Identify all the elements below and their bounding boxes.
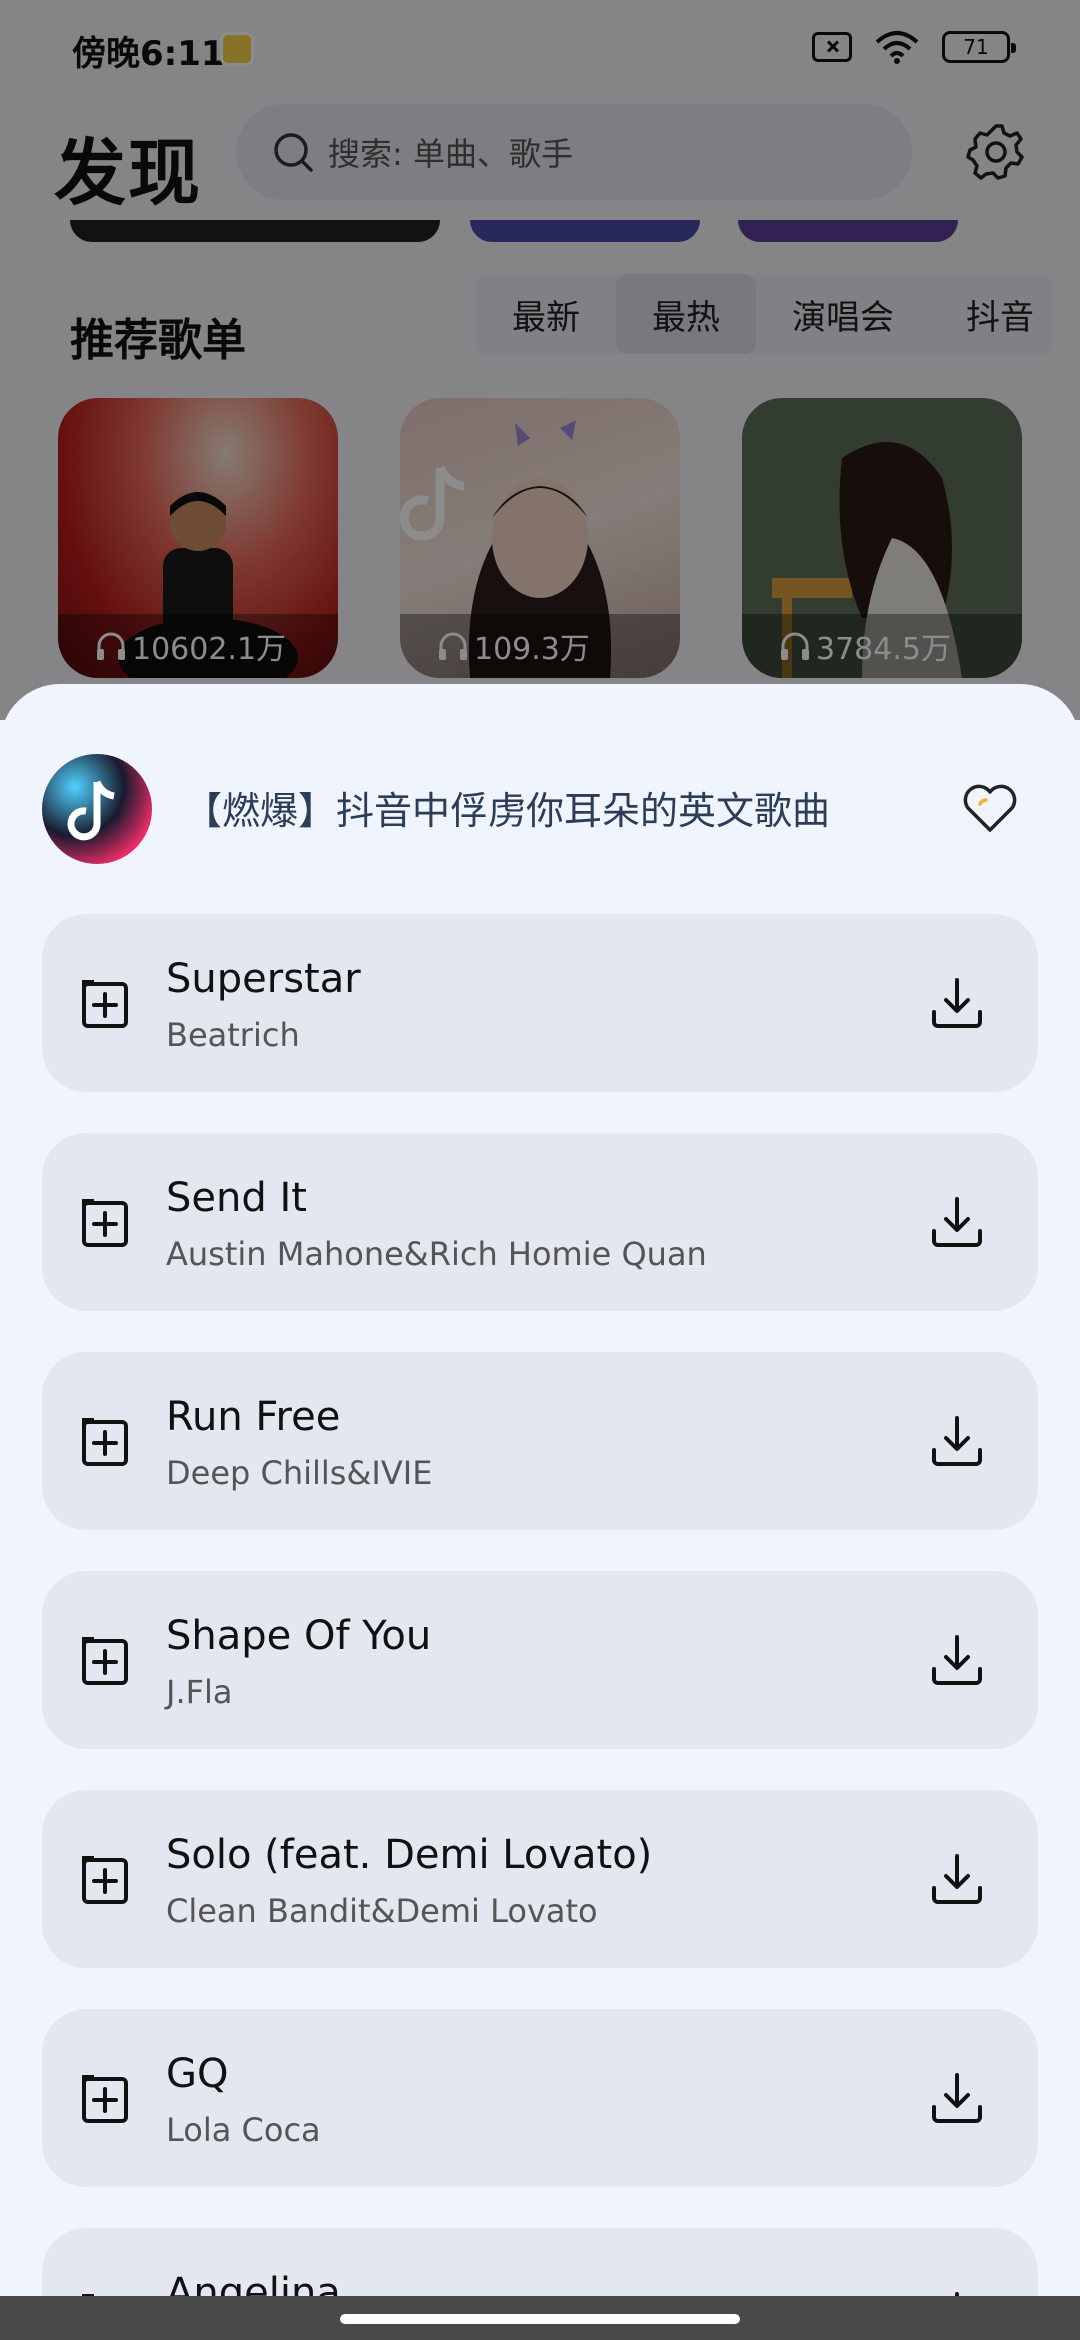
song-artist: Beatrich bbox=[166, 1016, 300, 1054]
song-item[interactable]: Shape Of You J.Fla bbox=[42, 1571, 1038, 1749]
modal-scrim[interactable] bbox=[0, 0, 1080, 720]
download-icon[interactable] bbox=[926, 972, 988, 1034]
home-indicator[interactable] bbox=[340, 2314, 740, 2324]
add-to-playlist-icon[interactable] bbox=[78, 1852, 132, 1906]
song-list: Superstar Beatrich Send It Austin Mahone… bbox=[42, 914, 1038, 2340]
download-icon[interactable] bbox=[926, 1410, 988, 1472]
song-item[interactable]: Superstar Beatrich bbox=[42, 914, 1038, 1092]
song-item[interactable]: Send It Austin Mahone&Rich Homie Quan bbox=[42, 1133, 1038, 1311]
download-icon[interactable] bbox=[926, 1629, 988, 1691]
song-item[interactable]: Solo (feat. Demi Lovato) Clean Bandit&De… bbox=[42, 1790, 1038, 1968]
sheet-header: 【燃爆】抖音中俘虏你耳朵的英文歌曲 bbox=[0, 754, 1080, 866]
song-title: GQ bbox=[166, 2051, 229, 2097]
download-icon[interactable] bbox=[926, 1191, 988, 1253]
song-item[interactable]: Run Free Deep Chills&IVIE bbox=[42, 1352, 1038, 1530]
add-to-playlist-icon[interactable] bbox=[78, 1414, 132, 1468]
add-to-playlist-icon[interactable] bbox=[78, 1195, 132, 1249]
song-artist: Lola Coca bbox=[166, 2111, 321, 2149]
playlist-name: 【燃爆】抖音中俘虏你耳朵的英文歌曲 bbox=[184, 789, 831, 833]
song-title: Run Free bbox=[166, 1394, 341, 1440]
playlist-avatar bbox=[42, 754, 152, 864]
song-title: Shape Of You bbox=[166, 1613, 432, 1659]
heart-icon[interactable] bbox=[960, 778, 1020, 838]
song-item[interactable]: GQ Lola Coca bbox=[42, 2009, 1038, 2187]
song-title: Send It bbox=[166, 1175, 307, 1221]
download-icon[interactable] bbox=[926, 1848, 988, 1910]
download-icon[interactable] bbox=[926, 2067, 988, 2129]
add-to-playlist-icon[interactable] bbox=[78, 2071, 132, 2125]
add-to-playlist-icon[interactable] bbox=[78, 1633, 132, 1687]
song-artist: J.Fla bbox=[166, 1673, 233, 1711]
song-artist: Deep Chills&IVIE bbox=[166, 1454, 433, 1492]
song-artist: Clean Bandit&Demi Lovato bbox=[166, 1892, 598, 1930]
song-title: Solo (feat. Demi Lovato) bbox=[166, 1832, 653, 1878]
playlist-bottom-sheet: 【燃爆】抖音中俘虏你耳朵的英文歌曲 Superstar Beatrich Sen… bbox=[0, 684, 1080, 2340]
add-to-playlist-icon[interactable] bbox=[78, 976, 132, 1030]
song-artist: Austin Mahone&Rich Homie Quan bbox=[166, 1235, 707, 1273]
navigation-bar bbox=[0, 2296, 1080, 2340]
song-title: Superstar bbox=[166, 956, 361, 1002]
